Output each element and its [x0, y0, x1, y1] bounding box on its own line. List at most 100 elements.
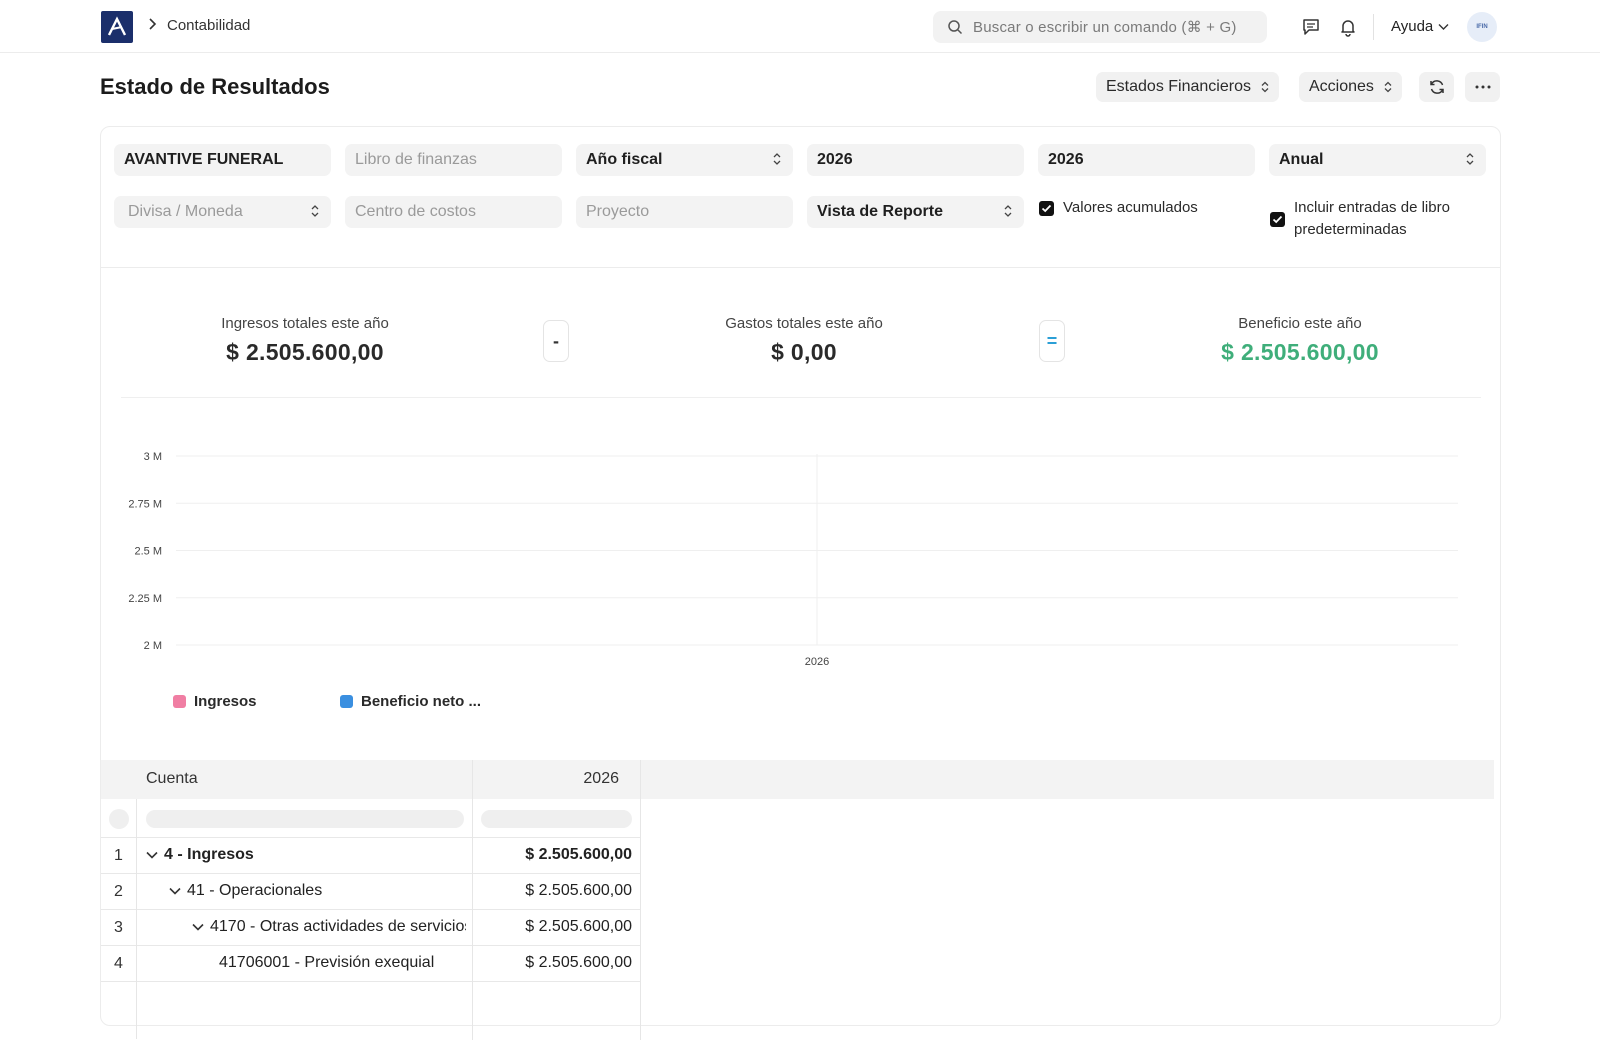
actions-button[interactable]: Acciones — [1299, 72, 1402, 102]
accumulated-values-label: Valores acumulados — [1063, 199, 1198, 216]
table-row-value: $ 2.505.600,00 — [525, 846, 632, 863]
finance-book-placeholder: Libro de finanzas — [355, 151, 477, 168]
row-number: 2 — [114, 883, 123, 900]
chat-icon[interactable] — [1301, 17, 1321, 37]
from-year-field[interactable]: 2026 — [807, 144, 1024, 176]
breadcrumb[interactable]: Contabilidad — [167, 17, 250, 34]
row-filter-toggle[interactable] — [109, 809, 129, 829]
table-header — [101, 760, 1494, 799]
refresh-icon — [1429, 80, 1444, 94]
legend-swatch-beneficio — [340, 695, 353, 708]
filter-divider — [101, 267, 1500, 268]
help-label: Ayuda — [1391, 18, 1434, 35]
more-options-button[interactable] — [1465, 72, 1500, 102]
account-label: 41706001 - Previsión exequial — [219, 954, 435, 971]
expense-value: $ 0,00 — [771, 339, 837, 365]
search-icon — [948, 20, 963, 35]
column-divider — [640, 760, 641, 1040]
report-view-select[interactable]: Vista de Reporte — [807, 196, 1024, 228]
periodicity-select[interactable]: Anual — [1269, 144, 1486, 176]
account-label: 4 - Ingresos — [164, 846, 254, 863]
value-filter-input[interactable] — [481, 810, 632, 828]
row-divider — [101, 837, 640, 838]
to-year-value: 2026 — [1048, 151, 1084, 168]
bell-icon[interactable] — [1338, 17, 1358, 37]
report-card: AVANTIVE FUNERAL Libro de finanzas Año f… — [100, 126, 1501, 1040]
minus-operator: - — [543, 320, 569, 362]
legend-item-ingresos[interactable]: Ingresos — [173, 693, 257, 710]
accumulated-values-checkbox[interactable]: Valores acumulados — [1039, 197, 1198, 219]
cost-center-field[interactable]: Centro de costos — [345, 196, 562, 228]
row-number: 1 — [114, 847, 123, 864]
account-filter-input[interactable] — [146, 810, 464, 828]
financial-statements-button[interactable]: Estados Financieros — [1096, 72, 1279, 102]
legend-swatch-ingresos — [173, 695, 186, 708]
column-header-account[interactable]: Cuenta — [146, 770, 198, 788]
actions-label: Acciones — [1309, 78, 1374, 95]
profit-value: $ 2.505.600,00 — [1221, 339, 1379, 365]
finance-book-field[interactable]: Libro de finanzas — [345, 144, 562, 176]
company-field[interactable]: AVANTIVE FUNERAL — [114, 144, 331, 176]
help-menu[interactable]: Ayuda — [1391, 18, 1449, 35]
financial-statements-label: Estados Financieros — [1106, 78, 1251, 95]
currency-placeholder: Divisa / Moneda — [128, 203, 243, 220]
app-logo[interactable] — [101, 11, 133, 43]
currency-select[interactable]: Divisa / Moneda — [114, 196, 331, 228]
report-view-value: Vista de Reporte — [817, 203, 943, 220]
row-divider — [101, 909, 640, 910]
y-tick-label: 2 M — [144, 640, 162, 652]
y-tick-label: 3 M — [144, 451, 162, 463]
fiscal-year-type-select[interactable]: Año fiscal — [576, 144, 793, 176]
column-divider — [472, 760, 473, 1040]
cost-center-placeholder: Centro de costos — [355, 203, 476, 220]
project-field[interactable]: Proyecto — [576, 196, 793, 228]
chevron-down-icon — [1438, 23, 1449, 30]
y-tick-label: 2.25 M — [128, 593, 162, 605]
logo-icon — [107, 16, 127, 36]
row-number: 4 — [114, 955, 123, 972]
select-arrows-icon — [1384, 81, 1392, 93]
select-arrows-icon — [773, 153, 781, 165]
x-tick-label: 2026 — [805, 656, 829, 668]
table-row-value: $ 2.505.600,00 — [525, 918, 632, 935]
periodicity-value: Anual — [1279, 151, 1324, 168]
chevron-down-icon[interactable] — [169, 887, 181, 895]
row-divider — [101, 981, 640, 982]
column-divider — [136, 799, 137, 1039]
account-label: 41 - Operacionales — [187, 882, 323, 899]
table-row-account[interactable]: 4170 - Otras actividades de servicios co… — [192, 918, 466, 936]
legend-label-beneficio: Beneficio neto ... — [361, 693, 482, 710]
chevron-down-icon[interactable] — [192, 923, 204, 931]
equals-operator: = — [1039, 320, 1065, 362]
select-arrows-icon — [1004, 205, 1012, 217]
income-label: Ingresos totales este año — [221, 315, 389, 332]
summary-divider — [121, 397, 1481, 398]
checkbox-checked-icon — [1270, 212, 1285, 227]
avatar[interactable]: IFIN — [1467, 12, 1497, 42]
table-row-account[interactable]: 41706001 - Previsión exequial — [219, 954, 470, 972]
row-divider — [101, 873, 640, 874]
table-row-account[interactable]: 41 - Operacionales — [169, 882, 466, 900]
expense-label: Gastos totales este año — [725, 315, 883, 332]
refresh-button[interactable] — [1419, 72, 1454, 102]
income-value: $ 2.505.600,00 — [226, 339, 384, 365]
table-row-value: $ 2.505.600,00 — [525, 954, 632, 971]
more-icon — [1475, 85, 1490, 89]
income-chart: 2 M 2.25 M 2.5 M 2.75 M 3 M 2026 — [128, 451, 1458, 668]
row-divider — [101, 945, 640, 946]
select-arrows-icon — [1261, 81, 1269, 93]
select-arrows-icon — [1466, 153, 1474, 165]
chevron-right-icon — [147, 17, 157, 34]
include-default-entries-label: Incluir entradas de libro predeterminada… — [1294, 199, 1450, 238]
checkbox-checked-icon — [1039, 201, 1054, 216]
company-value: AVANTIVE FUNERAL — [124, 151, 284, 168]
search-placeholder: Buscar o escribir un comando (⌘ + G) — [973, 19, 1237, 36]
legend-item-beneficio[interactable]: Beneficio neto ... — [340, 693, 481, 710]
table-row-account[interactable]: 4 - Ingresos — [146, 846, 466, 864]
column-header-2026[interactable]: 2026 — [471, 770, 619, 788]
profit-label: Beneficio este año — [1238, 315, 1362, 332]
search-input[interactable]: Buscar o escribir un comando (⌘ + G) — [933, 11, 1267, 43]
chevron-down-icon[interactable] — [146, 851, 158, 859]
include-default-entries-checkbox[interactable]: Incluir entradas de libro predeterminada… — [1270, 197, 1490, 241]
to-year-field[interactable]: 2026 — [1038, 144, 1255, 176]
